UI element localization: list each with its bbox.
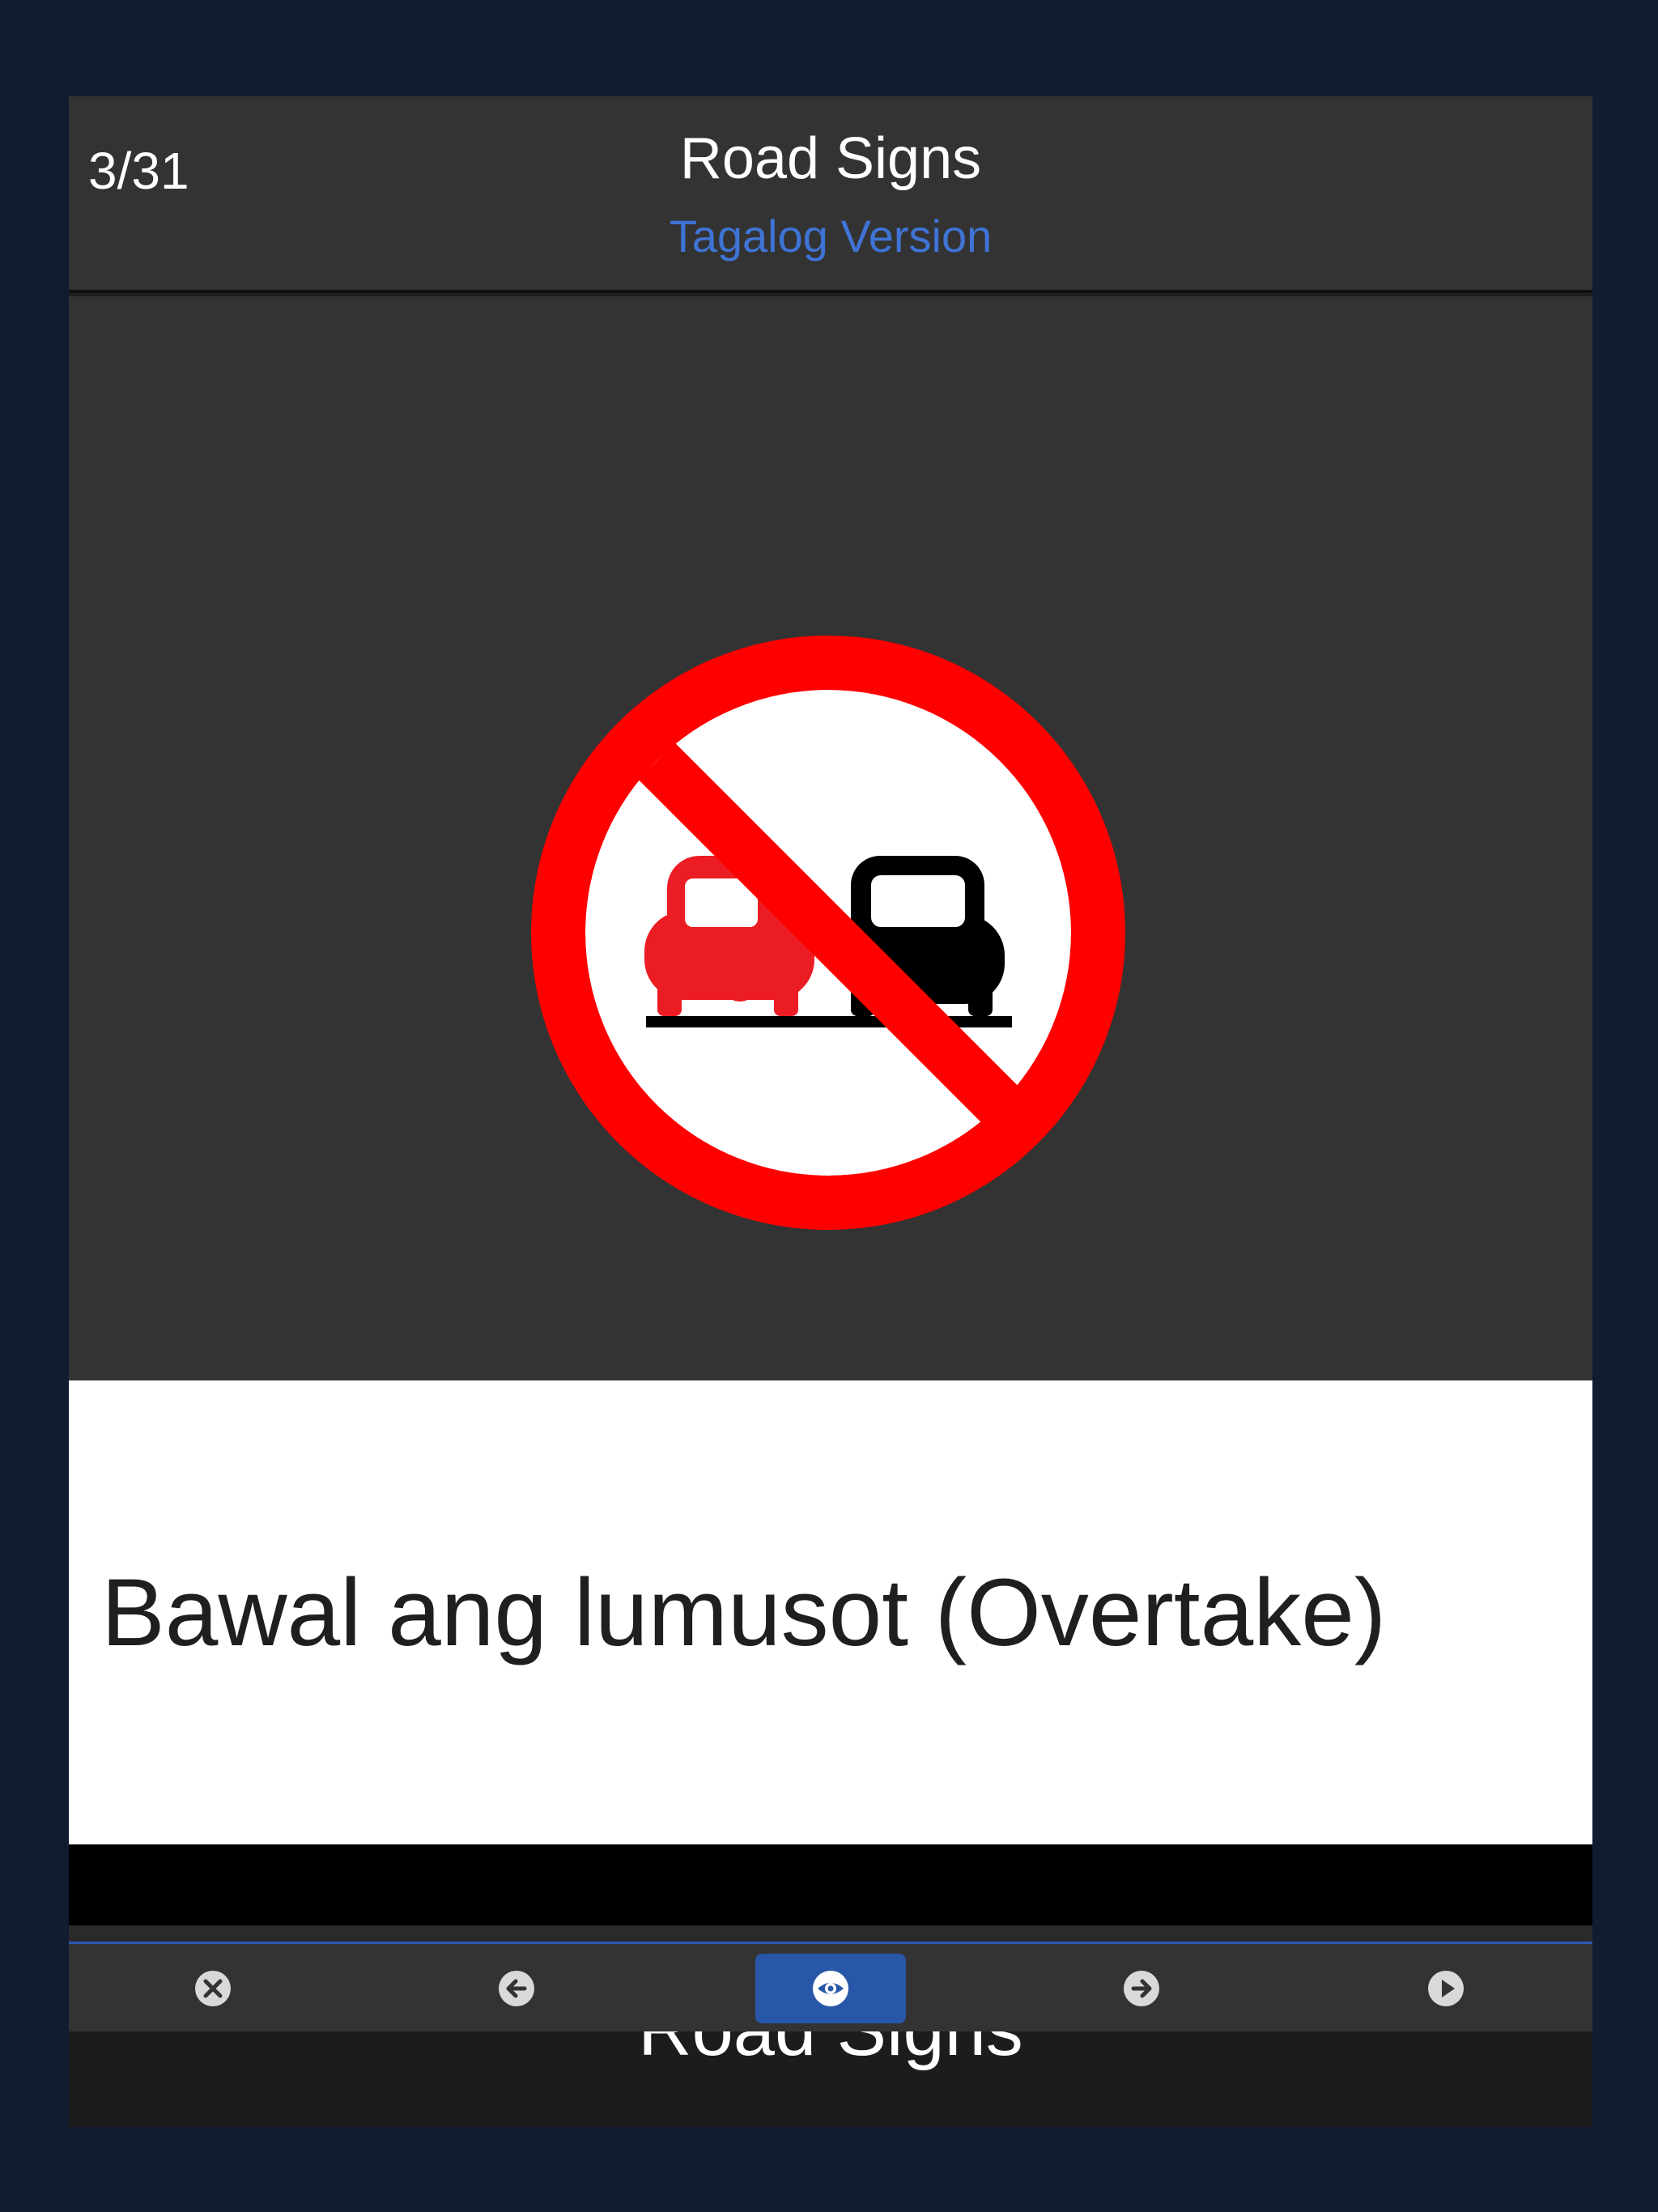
black-car-window: [871, 875, 965, 927]
close-circle-icon: [195, 1971, 231, 2006]
next-button[interactable]: [1066, 1954, 1217, 2023]
app-frame: 3/31 Road Signs Tagalog Version Bawal an…: [69, 96, 1592, 2127]
footer-peek: Road Signs: [69, 2031, 1592, 2127]
footer-title: Road Signs: [69, 2031, 1592, 2071]
eye-icon: [813, 1971, 848, 2006]
header: 3/31 Road Signs Tagalog Version: [69, 96, 1592, 293]
bottom-toolbar: [69, 1942, 1592, 2031]
divider-band: [69, 1844, 1592, 1925]
arrow-left-circle-icon: [499, 1971, 534, 2006]
caption-area: Bawal ang lumusot (Overtake): [69, 1380, 1592, 1844]
previous-button[interactable]: [441, 1954, 592, 2023]
page-title: Road Signs: [679, 126, 982, 191]
sign-image-area: [69, 296, 1592, 1380]
play-button[interactable]: [1371, 1954, 1521, 2023]
close-button[interactable]: [138, 1954, 288, 2023]
reveal-button[interactable]: [755, 1954, 906, 2023]
play-circle-icon: [1428, 1971, 1464, 2006]
version-link[interactable]: Tagalog Version: [69, 211, 1592, 262]
arrow-right-circle-icon: [1124, 1971, 1159, 2006]
divider-gap: [69, 1925, 1592, 1942]
no-overtaking-sign-icon: [531, 636, 1125, 1230]
sign-caption: Bawal ang lumusot (Overtake): [101, 1559, 1387, 1666]
